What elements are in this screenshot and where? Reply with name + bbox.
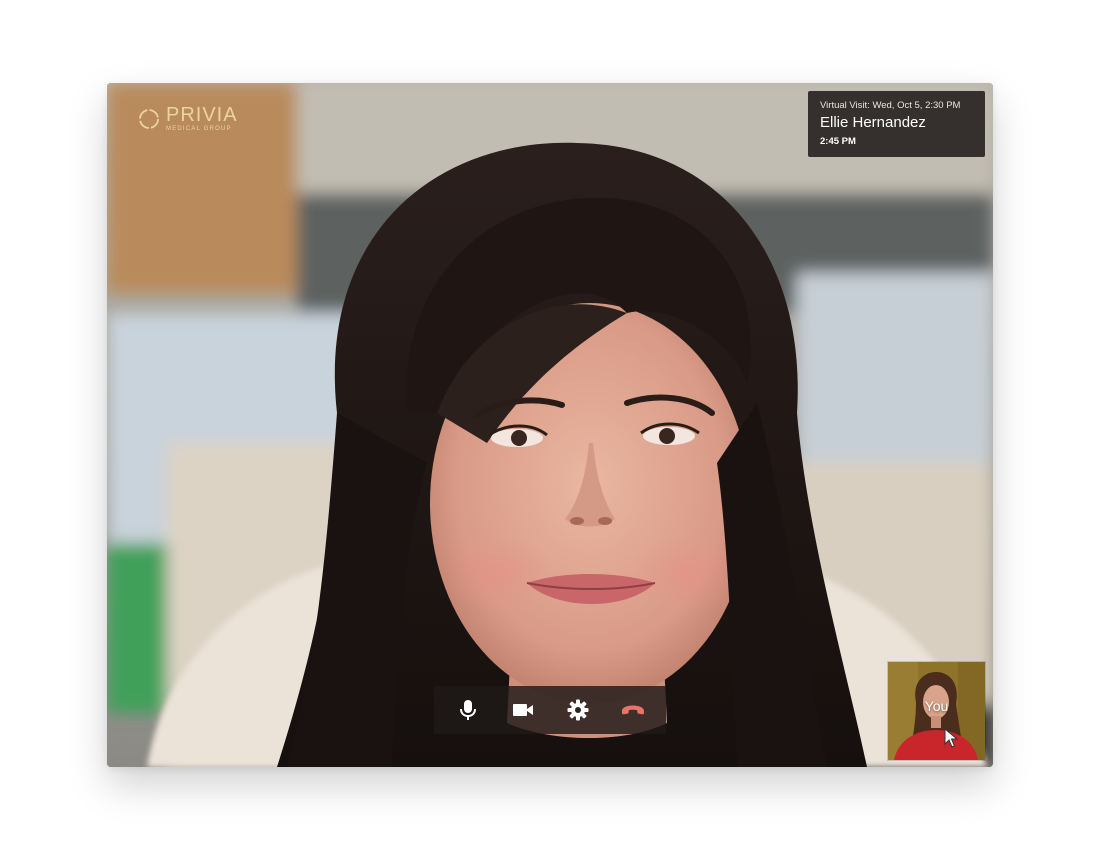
- video-call-window: PRIVIA MEDICAL GROUP Virtual Visit: Wed,…: [107, 83, 993, 767]
- logo-text: PRIVIA MEDICAL GROUP: [166, 105, 238, 132]
- logo-subtitle: MEDICAL GROUP: [166, 126, 232, 132]
- mute-button[interactable]: [448, 690, 488, 730]
- call-controls-bar: [434, 686, 666, 734]
- end-call-icon: [621, 705, 644, 715]
- settings-gear-icon: [567, 699, 588, 721]
- patient-name: Ellie Hernandez: [820, 114, 926, 131]
- self-view-label: You: [924, 698, 949, 714]
- visit-info-card: Virtual Visit: Wed, Oct 5, 2:30 PM Ellie…: [808, 91, 985, 157]
- microphone-icon: [459, 700, 476, 720]
- settings-button[interactable]: [558, 690, 598, 730]
- video-camera-icon: [512, 704, 533, 716]
- logo-ring-icon: [139, 108, 159, 129]
- privia-logo: PRIVIA MEDICAL GROUP: [138, 105, 238, 132]
- logo-name: PRIVIA: [166, 104, 238, 126]
- mouse-cursor-icon: [944, 728, 958, 748]
- visit-time: 2:45 PM: [820, 136, 856, 147]
- remote-video-feed: [107, 83, 993, 767]
- camera-button[interactable]: [503, 690, 543, 730]
- self-view-video[interactable]: You: [888, 662, 985, 760]
- end-call-button[interactable]: [613, 690, 653, 730]
- visit-header: Virtual Visit: Wed, Oct 5, 2:30 PM: [820, 100, 961, 111]
